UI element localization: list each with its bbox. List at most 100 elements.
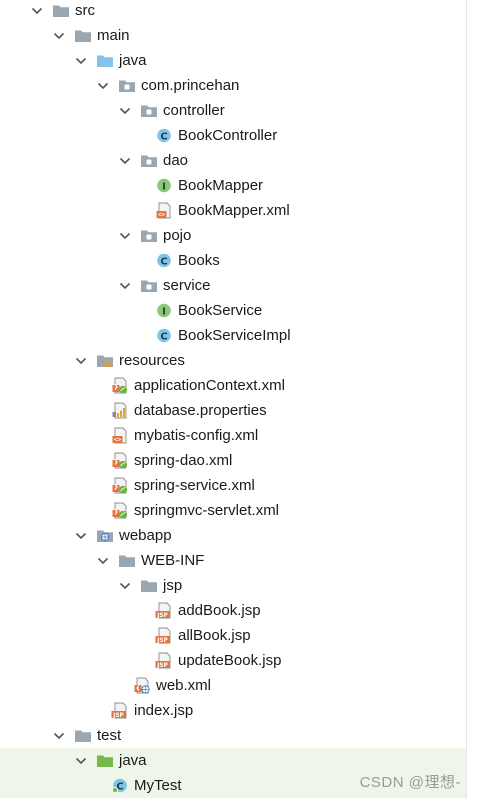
tree-row-label: main — [97, 27, 130, 44]
svg-text:C: C — [160, 332, 167, 343]
source-folder-icon — [96, 52, 114, 69]
package-icon — [140, 152, 158, 169]
svg-text:C: C — [160, 257, 167, 268]
tree-row-label: BookMapper.xml — [178, 202, 290, 219]
tree-row-bookmapper-xml[interactable]: <> BookMapper.xml — [0, 198, 466, 223]
folder-icon — [52, 2, 70, 19]
folder-icon — [74, 27, 92, 44]
class-icon: C — [155, 327, 173, 344]
jsp-icon: JSP — [155, 652, 173, 669]
web-xml-icon — [133, 677, 151, 694]
tree-row-label: resources — [119, 352, 185, 369]
tree-row-pojo[interactable]: pojo — [0, 223, 466, 248]
tree-row-label: java — [119, 52, 147, 69]
tree-row-label: BookMapper — [178, 177, 264, 194]
tree-row-web-inf[interactable]: WEB-INF — [0, 548, 466, 573]
tree-row-bookserviceimpl[interactable]: C BookServiceImpl — [0, 323, 466, 348]
chevron-down-icon[interactable] — [29, 0, 45, 23]
chevron-down-icon[interactable] — [73, 748, 89, 773]
tree-row-main[interactable]: main — [0, 23, 466, 48]
chevron-down-icon[interactable] — [95, 73, 111, 98]
svg-text:JSP: JSP — [156, 613, 168, 619]
tree-row-index-jsp[interactable]: JSP index.jsp — [0, 698, 466, 723]
tree-row-label: spring-dao.xml — [134, 452, 233, 469]
tree-row-service[interactable]: service — [0, 273, 466, 298]
tree-row-jsp[interactable]: jsp — [0, 573, 466, 598]
tree-row-label: updateBook.jsp — [178, 652, 282, 669]
tree-row-label: Books — [178, 252, 220, 269]
chevron-down-icon[interactable] — [117, 223, 133, 248]
tree-row-database-properties[interactable]: database.properties — [0, 398, 466, 423]
chevron-down-icon[interactable] — [73, 523, 89, 548]
csdn-watermark: CSDN @理想- — [359, 774, 461, 791]
chevron-down-icon[interactable] — [117, 98, 133, 123]
tree-row-resources[interactable]: resources — [0, 348, 466, 373]
tree-row-label: allBook.jsp — [178, 627, 251, 644]
tree-row-label: controller — [163, 102, 225, 119]
xml-icon: <> — [155, 202, 173, 219]
tree-row-label: web.xml — [156, 677, 212, 694]
tree-scrollbar[interactable] — [466, 0, 477, 799]
project-tree: src main java com.princehan controller C BookC… — [0, 0, 466, 799]
tree-row-controller[interactable]: controller — [0, 98, 466, 123]
tree-row-mybatis-config-xml[interactable]: <> mybatis-config.xml — [0, 423, 466, 448]
tree-row-test[interactable]: test — [0, 723, 466, 748]
tree-row-label: jsp — [163, 577, 183, 594]
tree-row-label: webapp — [119, 527, 172, 544]
tree-row-label: springmvc-servlet.xml — [134, 502, 280, 519]
tree-row-spring-dao-xml[interactable]: spring-dao.xml — [0, 448, 466, 473]
spring-xml-icon — [111, 452, 129, 469]
resources-folder-icon — [96, 352, 114, 369]
tree-row-bookmapper[interactable]: I BookMapper — [0, 173, 466, 198]
chevron-down-icon[interactable] — [117, 573, 133, 598]
chevron-down-icon[interactable] — [117, 148, 133, 173]
tree-row-src[interactable]: src — [0, 0, 466, 23]
package-icon — [140, 227, 158, 244]
tree-row-springmvc-servlet-xml[interactable]: springmvc-servlet.xml — [0, 498, 466, 523]
tree-row-spring-service-xml[interactable]: spring-service.xml — [0, 473, 466, 498]
tree-row-addbook-jsp[interactable]: JSP addBook.jsp — [0, 598, 466, 623]
chevron-down-icon[interactable] — [51, 723, 67, 748]
tree-row-label: applicationContext.xml — [134, 377, 285, 394]
chevron-down-icon[interactable] — [95, 548, 111, 573]
tree-row-label: service — [163, 277, 211, 294]
tree-row-label: MyTest — [134, 777, 182, 794]
chevron-down-icon[interactable] — [73, 48, 89, 73]
class-icon: C — [155, 127, 173, 144]
tree-row-java[interactable]: java — [0, 748, 466, 773]
folder-icon — [74, 727, 92, 744]
tree-row-webapp[interactable]: webapp — [0, 523, 466, 548]
chevron-down-icon[interactable] — [117, 273, 133, 298]
folder-icon — [140, 577, 158, 594]
package-icon — [118, 77, 136, 94]
chevron-down-icon[interactable] — [73, 348, 89, 373]
svg-text:JSP: JSP — [156, 663, 168, 669]
chevron-down-icon[interactable] — [51, 23, 67, 48]
tree-row-com-princehan[interactable]: com.princehan — [0, 73, 466, 98]
tree-row-bookservice[interactable]: I BookService — [0, 298, 466, 323]
tree-row-allbook-jsp[interactable]: JSP allBook.jsp — [0, 623, 466, 648]
tree-row-label: java — [119, 752, 147, 769]
tree-row-java[interactable]: java — [0, 48, 466, 73]
svg-text:C: C — [160, 132, 167, 143]
spring-xml-icon — [111, 502, 129, 519]
jsp-icon: JSP — [155, 602, 173, 619]
tree-row-label: database.properties — [134, 402, 267, 419]
interface-icon: I — [155, 302, 173, 319]
tree-row-web-xml[interactable]: web.xml — [0, 673, 466, 698]
tree-row-label: pojo — [163, 227, 192, 244]
tree-row-bookcontroller[interactable]: C BookController — [0, 123, 466, 148]
tree-row-label: src — [75, 2, 95, 19]
svg-text:<>: <> — [158, 212, 166, 219]
tree-row-applicationcontext-xml[interactable]: applicationContext.xml — [0, 373, 466, 398]
tree-row-updatebook-jsp[interactable]: JSP updateBook.jsp — [0, 648, 466, 673]
tree-row-label: spring-service.xml — [134, 477, 255, 494]
jsp-icon: JSP — [155, 627, 173, 644]
folder-icon — [118, 552, 136, 569]
tree-row-label: addBook.jsp — [178, 602, 261, 619]
tree-row-books[interactable]: C Books — [0, 248, 466, 273]
tree-row-label: mybatis-config.xml — [134, 427, 259, 444]
class-icon: C — [155, 252, 173, 269]
tree-row-dao[interactable]: dao — [0, 148, 466, 173]
tree-row-label: test — [97, 727, 122, 744]
